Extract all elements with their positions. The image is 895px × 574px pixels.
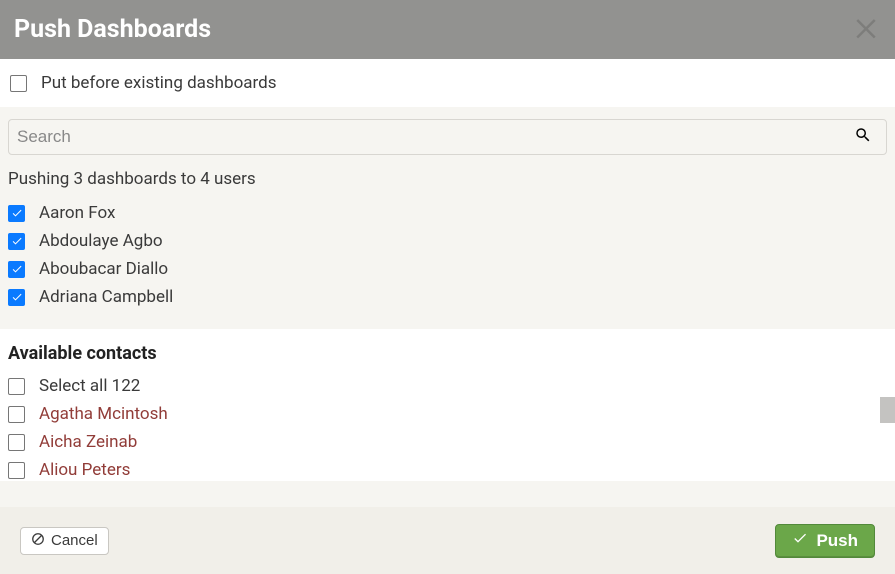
push-button[interactable]: Push xyxy=(775,524,875,558)
put-before-label: Put before existing dashboards xyxy=(41,73,277,93)
status-text: Pushing 3 dashboards to 4 users xyxy=(8,155,887,199)
put-before-checkbox[interactable] xyxy=(10,75,27,92)
push-label: Push xyxy=(816,531,858,551)
contact-name[interactable]: Aliou Peters xyxy=(39,460,130,480)
cancel-label: Cancel xyxy=(51,532,98,549)
contact-name[interactable]: Aicha Zeinab xyxy=(39,432,137,452)
body-section: Pushing 3 dashboards to 4 users Aaron Fo… xyxy=(0,107,895,329)
dialog-titlebar: Push Dashboards xyxy=(0,0,895,59)
contact-checkbox[interactable] xyxy=(8,462,25,479)
contact-checkbox[interactable] xyxy=(8,406,25,423)
user-checkbox[interactable] xyxy=(8,261,25,278)
dialog-footer: Cancel Push xyxy=(0,507,895,574)
available-heading: Available contacts xyxy=(8,343,887,364)
scrollbar-thumb[interactable] xyxy=(880,397,895,423)
available-contact-row[interactable]: Agatha Mcintosh xyxy=(8,400,887,428)
dialog-title: Push Dashboards xyxy=(14,15,211,44)
cancel-icon xyxy=(31,532,45,550)
cancel-button[interactable]: Cancel xyxy=(20,527,109,555)
selected-user-row[interactable]: Aaron Fox xyxy=(8,199,887,227)
search-input[interactable] xyxy=(9,127,840,147)
put-before-checkbox-row[interactable]: Put before existing dashboards xyxy=(10,73,885,93)
selected-user-row[interactable]: Aboubacar Diallo xyxy=(8,255,887,283)
user-checkbox[interactable] xyxy=(8,205,25,222)
search-icon[interactable] xyxy=(840,126,886,148)
select-all-checkbox[interactable] xyxy=(8,378,25,395)
user-name: Abdoulaye Agbo xyxy=(39,231,163,251)
selected-user-row[interactable]: Adriana Campbell xyxy=(8,283,887,311)
selected-users-list: Aaron Fox Abdoulaye Agbo Aboubacar Diall… xyxy=(8,199,887,329)
check-icon xyxy=(792,530,808,551)
user-name: Adriana Campbell xyxy=(39,287,173,307)
contact-name[interactable]: Agatha Mcintosh xyxy=(39,404,168,424)
user-checkbox[interactable] xyxy=(8,233,25,250)
close-icon[interactable] xyxy=(851,12,881,42)
available-contact-row[interactable]: Aliou Peters xyxy=(8,456,887,481)
user-name: Aaron Fox xyxy=(39,203,115,223)
available-contacts-list: Select all 122 Agatha Mcintosh Aicha Zei… xyxy=(8,372,887,481)
user-checkbox[interactable] xyxy=(8,289,25,306)
contact-checkbox[interactable] xyxy=(8,434,25,451)
selected-user-row[interactable]: Abdoulaye Agbo xyxy=(8,227,887,255)
available-contact-row[interactable]: Aicha Zeinab xyxy=(8,428,887,456)
select-all-row[interactable]: Select all 122 xyxy=(8,372,887,400)
search-field-wrap xyxy=(8,119,887,155)
options-section: Put before existing dashboards xyxy=(0,59,895,107)
available-contacts-section: Available contacts Select all 122 Agatha… xyxy=(0,329,895,481)
user-name: Aboubacar Diallo xyxy=(39,259,168,279)
select-all-label: Select all 122 xyxy=(39,376,140,396)
